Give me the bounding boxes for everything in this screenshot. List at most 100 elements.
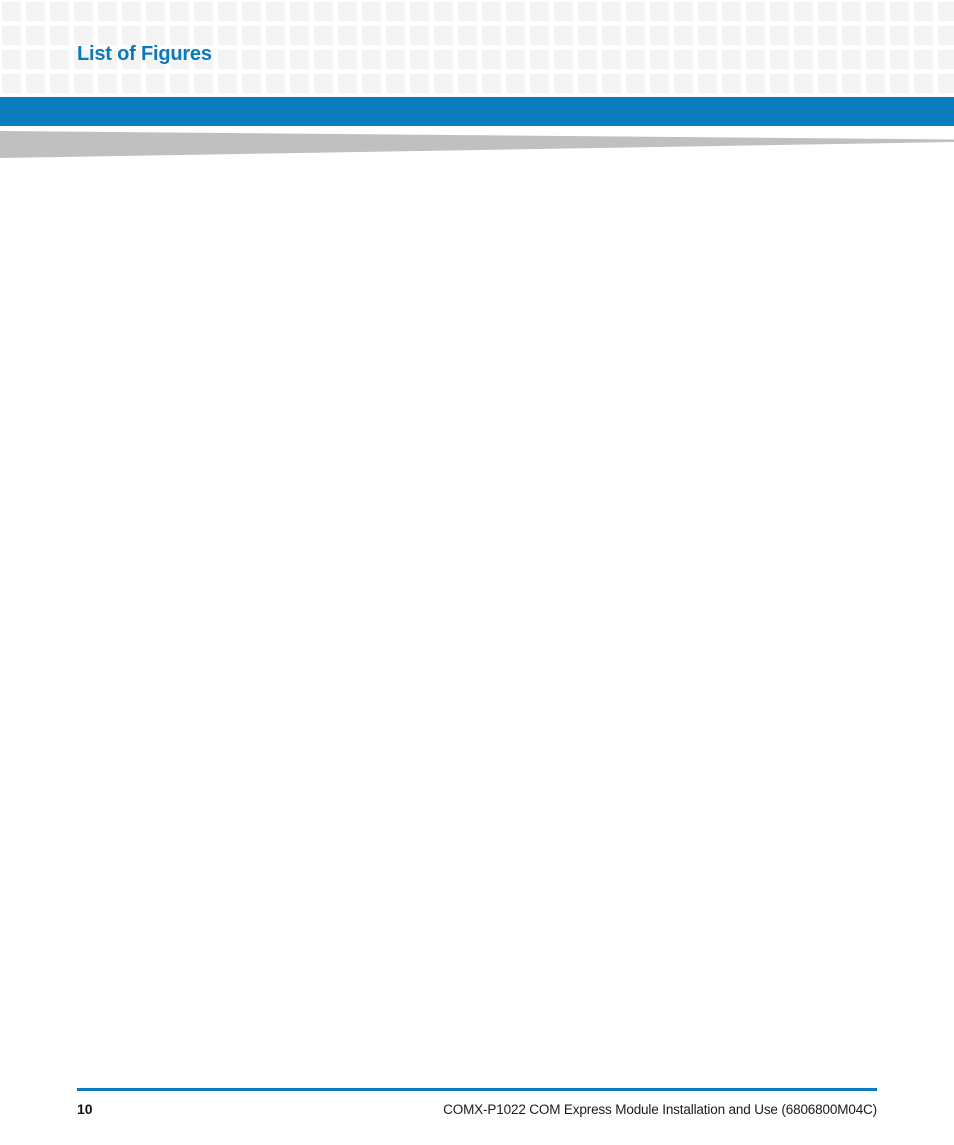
header-grid-square [938, 2, 954, 21]
header-grid-square [290, 2, 309, 21]
header-grid-square [530, 26, 549, 45]
header-grid-square [866, 50, 885, 69]
header-grid-square [122, 2, 141, 21]
header-grid-square [578, 74, 597, 93]
header-grid-square [674, 2, 693, 21]
header-gray-swoosh [0, 131, 954, 161]
header-grid-square [386, 74, 405, 93]
footer-page-number: 10 [77, 1101, 93, 1117]
header-grid-square [794, 50, 813, 69]
header-grid-square [2, 2, 21, 21]
header-grid-square [578, 26, 597, 45]
header-grid-square [362, 2, 381, 21]
header-grid-square [218, 26, 237, 45]
header-grid-square [770, 26, 789, 45]
header-grid-square [458, 2, 477, 21]
header-grid-square [122, 74, 141, 93]
header-grid-square [722, 50, 741, 69]
header-grid-square [650, 26, 669, 45]
footer-document-title: COMX-P1022 COM Express Module Installati… [443, 1102, 877, 1117]
header-grid-square [914, 74, 933, 93]
header-grid-square [386, 26, 405, 45]
header-grid-square [506, 26, 525, 45]
page-title: List of Figures [77, 43, 212, 65]
header-grid-square [26, 2, 45, 21]
header-grid-square [746, 74, 765, 93]
header-grid-square [266, 26, 285, 45]
header-grid-square [26, 26, 45, 45]
header-grid-square [938, 50, 954, 69]
header-grid-square [554, 74, 573, 93]
header-grid-square [338, 26, 357, 45]
header-grid-square [554, 26, 573, 45]
header-grid-square [314, 2, 333, 21]
header-grid-square [194, 74, 213, 93]
header-grid-square [674, 50, 693, 69]
header-grid-square [842, 2, 861, 21]
header-grid-square [770, 74, 789, 93]
header-grid-square [722, 2, 741, 21]
header-grid-square [242, 26, 261, 45]
header-grid-square [362, 50, 381, 69]
header-grid-square [722, 26, 741, 45]
header-grid-square [890, 74, 909, 93]
header-grid-square [866, 74, 885, 93]
header-grid-square [194, 2, 213, 21]
header-grid-square [818, 50, 837, 69]
header-grid-square [530, 2, 549, 21]
header-grid-square [602, 26, 621, 45]
header-grid-square [698, 74, 717, 93]
header-grid-row [0, 74, 954, 93]
header-grid-square [890, 26, 909, 45]
header-grid-square [578, 50, 597, 69]
header-grid-square [938, 74, 954, 93]
header-grid-square [818, 2, 837, 21]
page-footer: 10 COMX-P1022 COM Express Module Install… [0, 1080, 954, 1145]
footer-rule [77, 1088, 877, 1091]
header-grid-square [50, 50, 69, 69]
header-grid-square [794, 74, 813, 93]
header-grid-square [698, 26, 717, 45]
header-grid-square [410, 26, 429, 45]
header-grid-square [170, 2, 189, 21]
header-grid-square [914, 50, 933, 69]
header-grid-square [290, 74, 309, 93]
header-grid-square [266, 74, 285, 93]
header-grid-square [842, 50, 861, 69]
header-grid-square [242, 74, 261, 93]
header-grid-square [698, 50, 717, 69]
header-grid-square [2, 74, 21, 93]
header-grid-square [506, 50, 525, 69]
header-grid-square [290, 26, 309, 45]
header-grid-square [434, 2, 453, 21]
header-grid-square [2, 50, 21, 69]
header-grid-square [722, 74, 741, 93]
header-grid-square [818, 74, 837, 93]
header-grid-square [218, 74, 237, 93]
header-grid-square [794, 26, 813, 45]
document-page: List of Figures 10 COMX-P1022 COM Expres… [0, 0, 954, 1145]
header-grid-square [650, 74, 669, 93]
header-grid-square [386, 2, 405, 21]
header-grid-square [314, 50, 333, 69]
header-grid-square [410, 2, 429, 21]
header-grid-square [770, 2, 789, 21]
header-grid-square [794, 2, 813, 21]
header-grid-square [746, 50, 765, 69]
header-grid-square [626, 74, 645, 93]
header-grid-square [506, 2, 525, 21]
header-grid-square [482, 26, 501, 45]
header-grid-square [746, 2, 765, 21]
header-grid-square [938, 26, 954, 45]
header-grid-square [890, 2, 909, 21]
header-grid-square [98, 74, 117, 93]
header-grid-square [2, 26, 21, 45]
page-header: List of Figures [0, 0, 954, 97]
header-grid-square [410, 74, 429, 93]
header-grid-square [602, 74, 621, 93]
header-grid-square [674, 74, 693, 93]
header-grid-square [530, 50, 549, 69]
header-grid-square [338, 50, 357, 69]
header-grid-square [914, 26, 933, 45]
header-grid-square [530, 74, 549, 93]
